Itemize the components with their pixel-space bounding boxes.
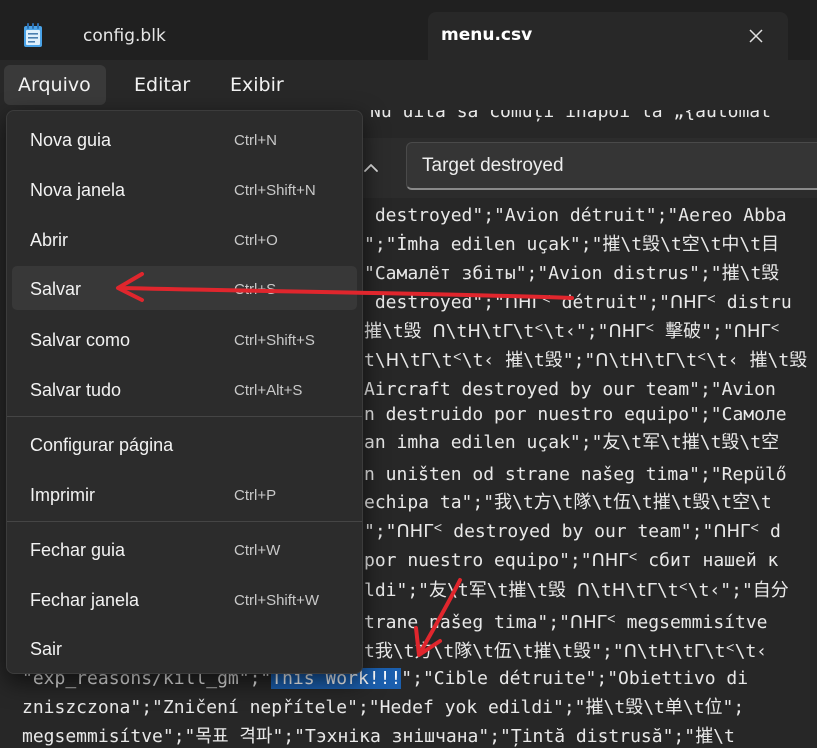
code-line: ldi";"友\t军\t摧\t毁 ᑎ\tᕼ\tᒥ\tᑉ\t‹";"自分 xyxy=(364,580,789,601)
menu-item-label: Salvar como xyxy=(30,330,131,350)
find-input[interactable]: Target destroyed xyxy=(406,142,817,190)
code-line: destroyed";"Avion détruit";"Aereo Abba xyxy=(364,205,787,226)
menu-item-salvar-como[interactable]: Salvar como Ctrl+Shift+S xyxy=(12,320,357,360)
menu-item-shortcut: Ctrl+Shift+W xyxy=(234,592,320,609)
menu-item-shortcut: Ctrl+Alt+S xyxy=(234,382,303,399)
menu-item-configurar-pagina[interactable]: Configurar página xyxy=(12,425,357,465)
code-line: por nuestro equipo";"ᑎᕼᒥᑉ сбит нашей к xyxy=(364,550,779,571)
title-bar: config.blk menu.csv xyxy=(0,0,817,60)
menu-item-shortcut: Ctrl+O xyxy=(234,232,278,249)
code-line: ";"ᑎᕼᒥᑉ destroyed by our team";"ᑎᕼᒥᑉ d xyxy=(364,521,781,542)
code-line: "Самалёт збіты";"Avion distrus";"摧\t毁 xyxy=(364,263,780,284)
menu-item-label: Nova janela xyxy=(30,180,126,200)
menu-file[interactable]: Arquivo xyxy=(4,65,106,105)
tab-menu-csv[interactable]: menu.csv xyxy=(428,12,788,60)
close-icon[interactable] xyxy=(742,22,770,50)
code-line: n destruido por nuestro equipo";"Самоле xyxy=(364,404,787,425)
menu-item-label: Abrir xyxy=(30,230,69,250)
code-line: n uništen od strane našeg tima";"Repülő xyxy=(364,464,787,485)
tab-config-blk[interactable]: config.blk xyxy=(68,14,418,60)
menu-item-sair[interactable]: Sair xyxy=(12,629,357,669)
menu-separator xyxy=(7,521,362,522)
code-line: t我\t方\t隊\t伍\t摧\t毁";"ᑎ\tᕼ\tᒥ\tᑉ\t‹ xyxy=(364,641,778,662)
menu-item-shortcut: Ctrl+N xyxy=(234,132,277,149)
menu-item-fechar-guia[interactable]: Fechar guia Ctrl+W xyxy=(12,530,357,570)
menu-item-salvar[interactable]: Salvar Ctrl+S xyxy=(12,266,357,310)
menu-item-shortcut: Ctrl+Shift+S xyxy=(234,332,315,349)
menu-item-shortcut: Ctrl+Shift+N xyxy=(234,182,316,199)
menu-item-imprimir[interactable]: Imprimir Ctrl+P xyxy=(12,475,357,515)
code-line: t\ᕼ\tᒥ\tᑉ\t‹ 摧\t毁";"ᑎ\tᕼ\tᒥ\tᑉ\t‹ 摧\t毁 xyxy=(364,350,808,371)
notepad-icon xyxy=(22,22,44,48)
code-line: an imha edilen uçak";"友\t军\t摧\t毁\t空 xyxy=(364,432,780,453)
find-bar: Target destroyed xyxy=(346,138,817,198)
menu-item-label: Fechar guia xyxy=(30,540,126,560)
code-line: ";"İmha edilen uçak";"摧\t毁\t空\t中\t目 xyxy=(364,234,780,255)
code-line: 摧\t毁 ᑎ\tᕼ\tᒥ\tᑉ\t‹";"ᑎᕼᒥᑉ 擊破";"ᑎᕼᒥᑉ xyxy=(364,321,780,342)
menu-view[interactable]: Exibir xyxy=(216,65,296,105)
menu-item-label: Imprimir xyxy=(30,485,95,505)
menu-separator xyxy=(7,416,362,417)
menu-item-shortcut: Ctrl+P xyxy=(234,487,277,504)
menu-item-label: Salvar tudo xyxy=(30,380,122,400)
file-menu-dropdown: Nova guia Ctrl+N Nova janela Ctrl+Shift+… xyxy=(6,110,363,674)
menu-item-abrir[interactable]: Abrir Ctrl+O xyxy=(12,220,357,260)
code-line: Nu uita să comuți înapoi la „{automat xyxy=(370,110,771,122)
code-line: destroyed";"ᑎᕼᒥᑉ détruit";"ᑎᕼᒥᑉ distru xyxy=(364,292,792,313)
tab-label: config.blk xyxy=(83,26,166,46)
menu-item-label: Sair xyxy=(30,639,63,659)
code-line: Aircraft destroyed by our team";"Avion xyxy=(364,379,776,400)
menu-item-salvar-tudo[interactable]: Salvar tudo Ctrl+Alt+S xyxy=(12,370,357,410)
code-line: echipa ta";"我\t方\t隊\t伍\t摧\t毁\t空\t xyxy=(364,492,772,513)
menu-item-label: Salvar xyxy=(30,279,82,299)
code-line: megsemmisítve";"목표 격파";"Тэхніка знішчана… xyxy=(22,726,735,747)
code-line: trane našeg tima";"ᑎᕼᒥᑉ megsemmisítve xyxy=(364,612,768,633)
menu-bar: Arquivo Editar Exibir xyxy=(0,60,817,110)
menu-item-shortcut: Ctrl+W xyxy=(234,542,281,559)
menu-item-fechar-janela[interactable]: Fechar janela Ctrl+Shift+W xyxy=(12,580,357,620)
menu-item-nova-guia[interactable]: Nova guia Ctrl+N xyxy=(12,120,357,160)
menu-item-label: Fechar janela xyxy=(30,590,140,610)
menu-edit[interactable]: Editar xyxy=(120,65,206,105)
text-after-selection: ";"Cible détruite";"Obiettivo di xyxy=(401,668,749,689)
menu-item-label: Nova guia xyxy=(30,130,112,150)
menu-item-label: Configurar página xyxy=(30,435,174,455)
tab-label: menu.csv xyxy=(441,25,533,45)
menu-item-shortcut: Ctrl+S xyxy=(234,281,277,298)
code-line: zniszczona";"Zničení nepřítele";"Hedef y… xyxy=(22,697,745,718)
find-query: Target destroyed xyxy=(422,155,564,176)
menu-item-nova-janela[interactable]: Nova janela Ctrl+Shift+N xyxy=(12,170,357,210)
